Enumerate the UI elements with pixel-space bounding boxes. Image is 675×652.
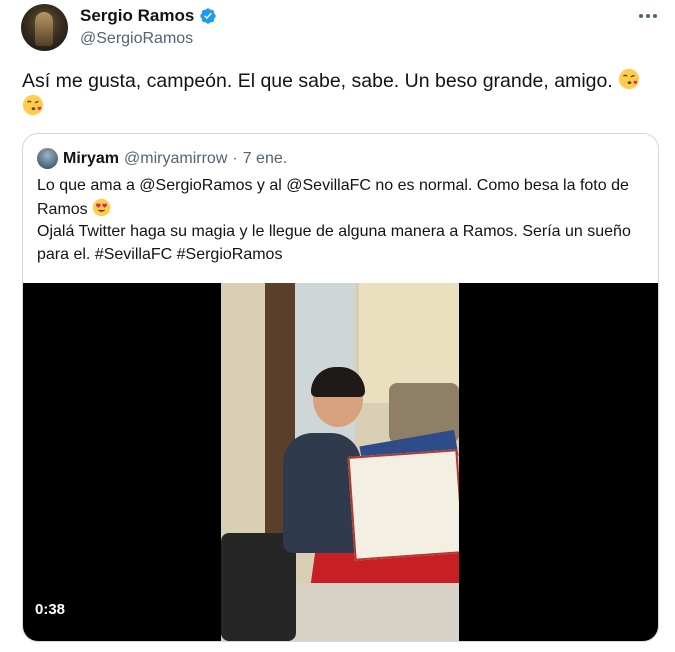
quoted-avatar — [37, 148, 58, 169]
quoted-handle: @miryamirrow — [124, 149, 228, 167]
kiss-emoji-icon — [619, 68, 640, 90]
tweet-text: Así me gusta, campeón. El que sabe, sabe… — [22, 68, 642, 120]
author-handle[interactable]: @SergioRamos — [80, 30, 193, 48]
more-options-icon[interactable] — [637, 8, 659, 24]
video-player[interactable]: 0:38 — [23, 283, 658, 641]
heart-eyes-emoji-icon — [92, 198, 111, 216]
display-name[interactable]: Sergio Ramos — [80, 6, 194, 26]
quoted-tweet-header: Miryam @miryamirrow · 7 ene. — [37, 148, 287, 169]
author-name-row: Sergio Ramos — [80, 6, 217, 26]
kiss-emoji-icon — [22, 94, 44, 116]
video-duration: 0:38 — [35, 601, 66, 618]
verified-badge-icon — [200, 8, 216, 24]
quoted-tweet-text: Lo que ama a @SergioRamos y al @SevillaF… — [37, 175, 647, 266]
tweet-body: Así me gusta, campeón. El que sabe, sabe… — [22, 70, 613, 92]
video-thumbnail — [221, 283, 459, 641]
separator-dot: · — [232, 149, 238, 167]
quoted-date: 7 ene. — [242, 149, 288, 167]
quoted-text-line-2: Ojalá Twitter haga su magia y le llegue … — [37, 223, 631, 263]
quoted-display-name: Miryam — [63, 149, 120, 167]
avatar[interactable] — [21, 4, 68, 51]
quoted-tweet[interactable]: Miryam @miryamirrow · 7 ene. Lo que ama … — [22, 133, 659, 642]
quoted-text-line-1: Lo que ama a @SergioRamos y al @SevillaF… — [37, 177, 629, 218]
